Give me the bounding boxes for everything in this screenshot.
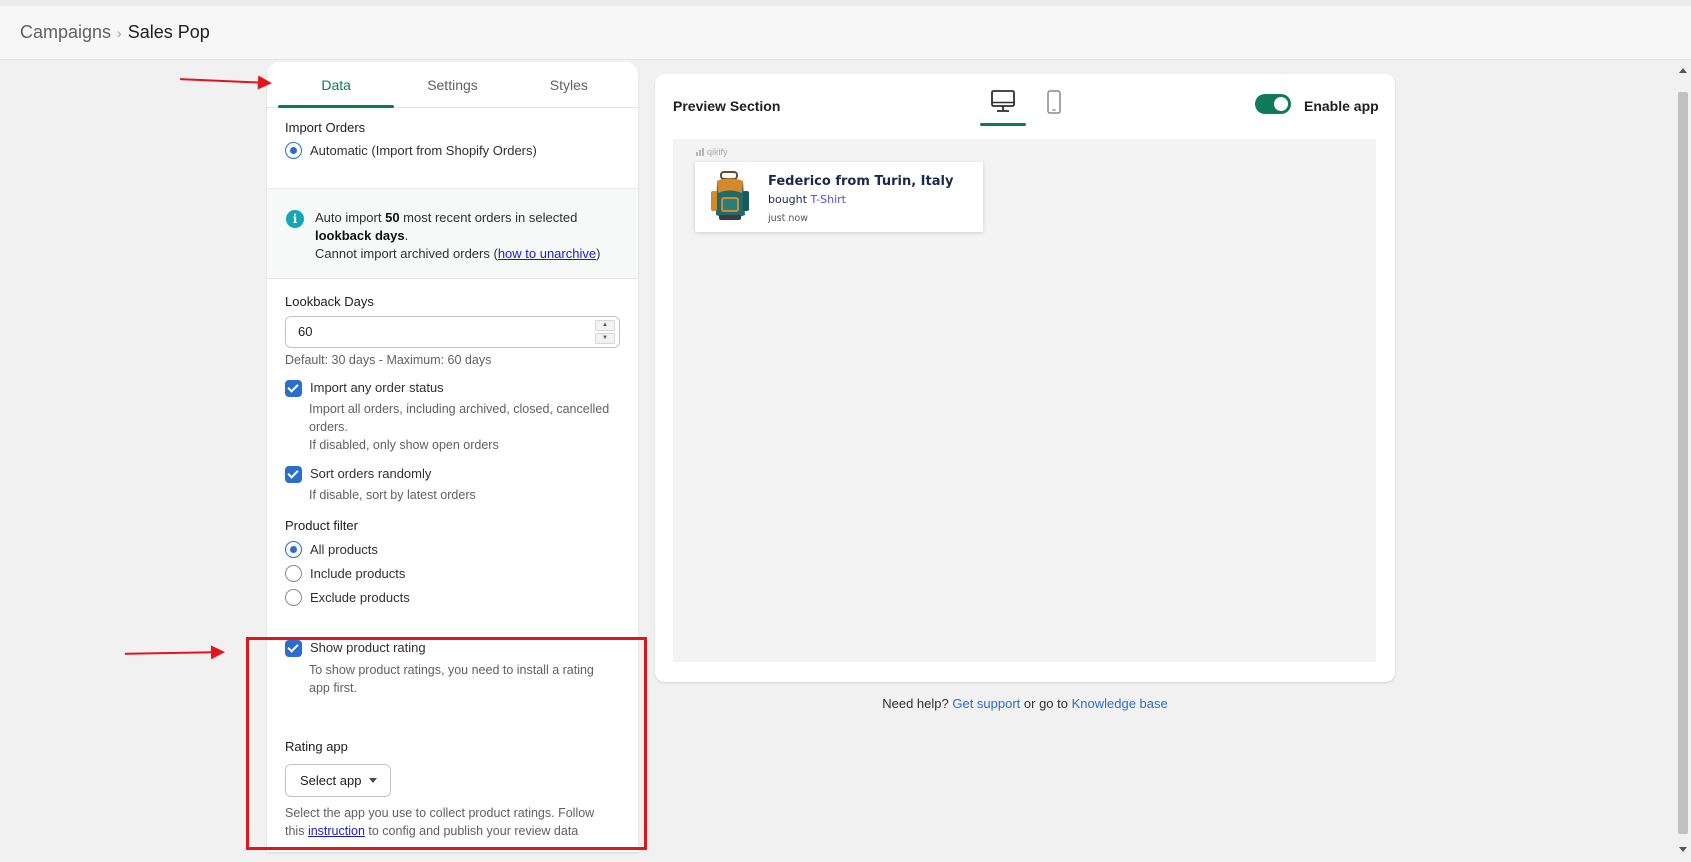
page-title: Sales Pop [127, 22, 210, 42]
rating-app-help2-post: to config and publish your review data [364, 824, 579, 838]
info-line3-pre: Cannot import archived orders ( [315, 246, 498, 261]
rating-app-label: Rating app [285, 739, 348, 754]
rating-app-help1: Select the app you use to collect produc… [285, 806, 595, 820]
rating-app-help: Select the app you use to collect produc… [285, 804, 594, 840]
popup-customer: Federico from Turin, Italy [768, 174, 954, 189]
show-rating-checkbox[interactable] [285, 640, 302, 657]
show-rating-row[interactable]: Show product rating [285, 640, 426, 657]
show-rating-help2: app first. [309, 681, 357, 695]
filter-include-products-label: Include products [310, 566, 406, 581]
help-footer: Need help? Get support or go to Knowledg… [655, 696, 1395, 711]
sales-pop-notification[interactable]: Federico from Turin, Italy bought T-Shir… [695, 162, 983, 232]
info-line3-post: ) [596, 246, 601, 261]
preview-card: Preview Section Enable app qikify Federi… [655, 74, 1395, 682]
footer-mid-text: or go to [1020, 696, 1072, 711]
backpack-image [711, 171, 749, 220]
info-lookback-bold: lookback days [315, 228, 405, 243]
info-text: Auto import 50 most recent orders in sel… [315, 209, 615, 263]
filter-all-products-row[interactable]: All products [285, 541, 378, 558]
filter-exclude-products-label: Exclude products [310, 590, 410, 605]
import-automatic-radio[interactable] [285, 142, 302, 159]
filter-all-products-radio[interactable] [285, 541, 302, 558]
sort-random-row[interactable]: Sort orders randomly [285, 466, 431, 483]
scroll-down-icon[interactable] [1679, 847, 1687, 852]
import-automatic-radio-row[interactable]: Automatic (Import from Shopify Orders) [285, 142, 537, 159]
import-any-status-row[interactable]: Import any order status [285, 380, 444, 397]
lookback-days-help: Default: 30 days - Maximum: 60 days [285, 353, 492, 367]
info-banner: i Auto import 50 most recent orders in s… [267, 188, 638, 279]
popup-time: just now [768, 213, 808, 224]
filter-all-products-label: All products [310, 542, 378, 557]
annotation-arrow-data-tab [179, 78, 269, 84]
sort-random-help: If disable, sort by latest orders [309, 488, 476, 502]
top-bar: Campaigns › Sales Pop [0, 0, 1691, 60]
import-orders-label: Import Orders [285, 120, 366, 135]
info-count: 50 [385, 210, 400, 225]
get-support-link[interactable]: Get support [952, 696, 1020, 711]
show-rating-help: To show product ratings, you need to ins… [309, 661, 594, 697]
sort-random-label: Sort orders randomly [310, 466, 432, 481]
instruction-link[interactable]: instruction [308, 824, 365, 838]
brand-name: qikify [707, 147, 728, 157]
popup-product-link[interactable]: T-Shirt [810, 193, 846, 206]
tab-settings[interactable]: Settings [394, 62, 510, 107]
info-icon: i [286, 210, 304, 228]
import-automatic-label: Automatic (Import from Shopify Orders) [310, 143, 537, 158]
product-filter-label: Product filter [285, 518, 358, 533]
lookback-days-input[interactable]: 60 ▲ ▼ [285, 316, 620, 348]
how-to-unarchive-link[interactable]: how to unarchive [498, 246, 596, 261]
info-line2-post: . [404, 228, 409, 243]
filter-exclude-products-row[interactable]: Exclude products [285, 589, 410, 606]
page-scrollbar[interactable] [1675, 60, 1691, 862]
knowledge-base-link[interactable]: Knowledge base [1072, 696, 1168, 711]
lookback-stepper[interactable]: ▲ ▼ [595, 320, 615, 344]
mobile-view-button[interactable] [1039, 86, 1069, 122]
desktop-icon [991, 90, 1015, 112]
mobile-icon [1047, 90, 1061, 114]
filter-include-products-radio[interactable] [285, 565, 302, 582]
stepper-up-icon[interactable]: ▲ [595, 320, 615, 331]
info-line1-pre: Auto import [315, 210, 386, 225]
footer-need-help: Need help? [882, 696, 953, 711]
breadcrumb-campaigns[interactable]: Campaigns [20, 22, 111, 42]
stepper-down-icon[interactable]: ▼ [595, 333, 615, 344]
rating-app-select-value: Select app [300, 773, 362, 788]
breadcrumb: Campaigns › Sales Pop [20, 22, 210, 43]
info-line1-post: most recent orders in selected [399, 210, 578, 225]
popup-bought: bought T-Shirt [768, 193, 846, 206]
import-any-status-help: Import all orders, including archived, c… [309, 400, 609, 454]
annotation-arrow-rating [124, 651, 222, 655]
import-any-status-checkbox[interactable] [285, 380, 302, 397]
import-any-status-help3: If disabled, only show open orders [309, 438, 499, 452]
tab-bar: Data Settings Styles [267, 62, 638, 108]
filter-include-products-row[interactable]: Include products [285, 565, 405, 582]
breadcrumb-separator: › [117, 25, 122, 41]
scroll-thumb[interactable] [1678, 92, 1688, 834]
show-rating-label: Show product rating [310, 640, 426, 655]
preview-area: qikify Federico from Turin, Italy bought… [673, 139, 1376, 662]
lookback-days-label: Lookback Days [285, 294, 374, 309]
settings-card: Data Settings Styles Import Orders Autom… [267, 62, 638, 852]
filter-exclude-products-radio[interactable] [285, 589, 302, 606]
tab-data[interactable]: Data [278, 62, 395, 108]
rating-app-help2-pre: this [285, 824, 308, 838]
caret-down-icon [369, 778, 377, 783]
tab-styles[interactable]: Styles [511, 62, 627, 107]
lookback-days-value: 60 [298, 324, 313, 339]
popup-bought-text: bought [768, 193, 811, 206]
enable-app-toggle[interactable] [1255, 94, 1291, 114]
scroll-up-icon[interactable] [1679, 68, 1687, 73]
import-any-status-help2: orders. [309, 420, 348, 434]
sort-random-checkbox[interactable] [285, 466, 302, 483]
brand-watermark: qikify [696, 147, 728, 157]
import-any-status-help1: Import all orders, including archived, c… [309, 402, 610, 416]
desktop-view-button[interactable] [980, 86, 1026, 126]
preview-title: Preview Section [673, 98, 781, 114]
show-rating-help1: To show product ratings, you need to ins… [309, 663, 594, 677]
rating-app-select[interactable]: Select app [285, 764, 391, 797]
enable-app-label: Enable app [1304, 98, 1379, 114]
bars-icon [696, 148, 704, 156]
import-any-status-label: Import any order status [310, 380, 444, 395]
